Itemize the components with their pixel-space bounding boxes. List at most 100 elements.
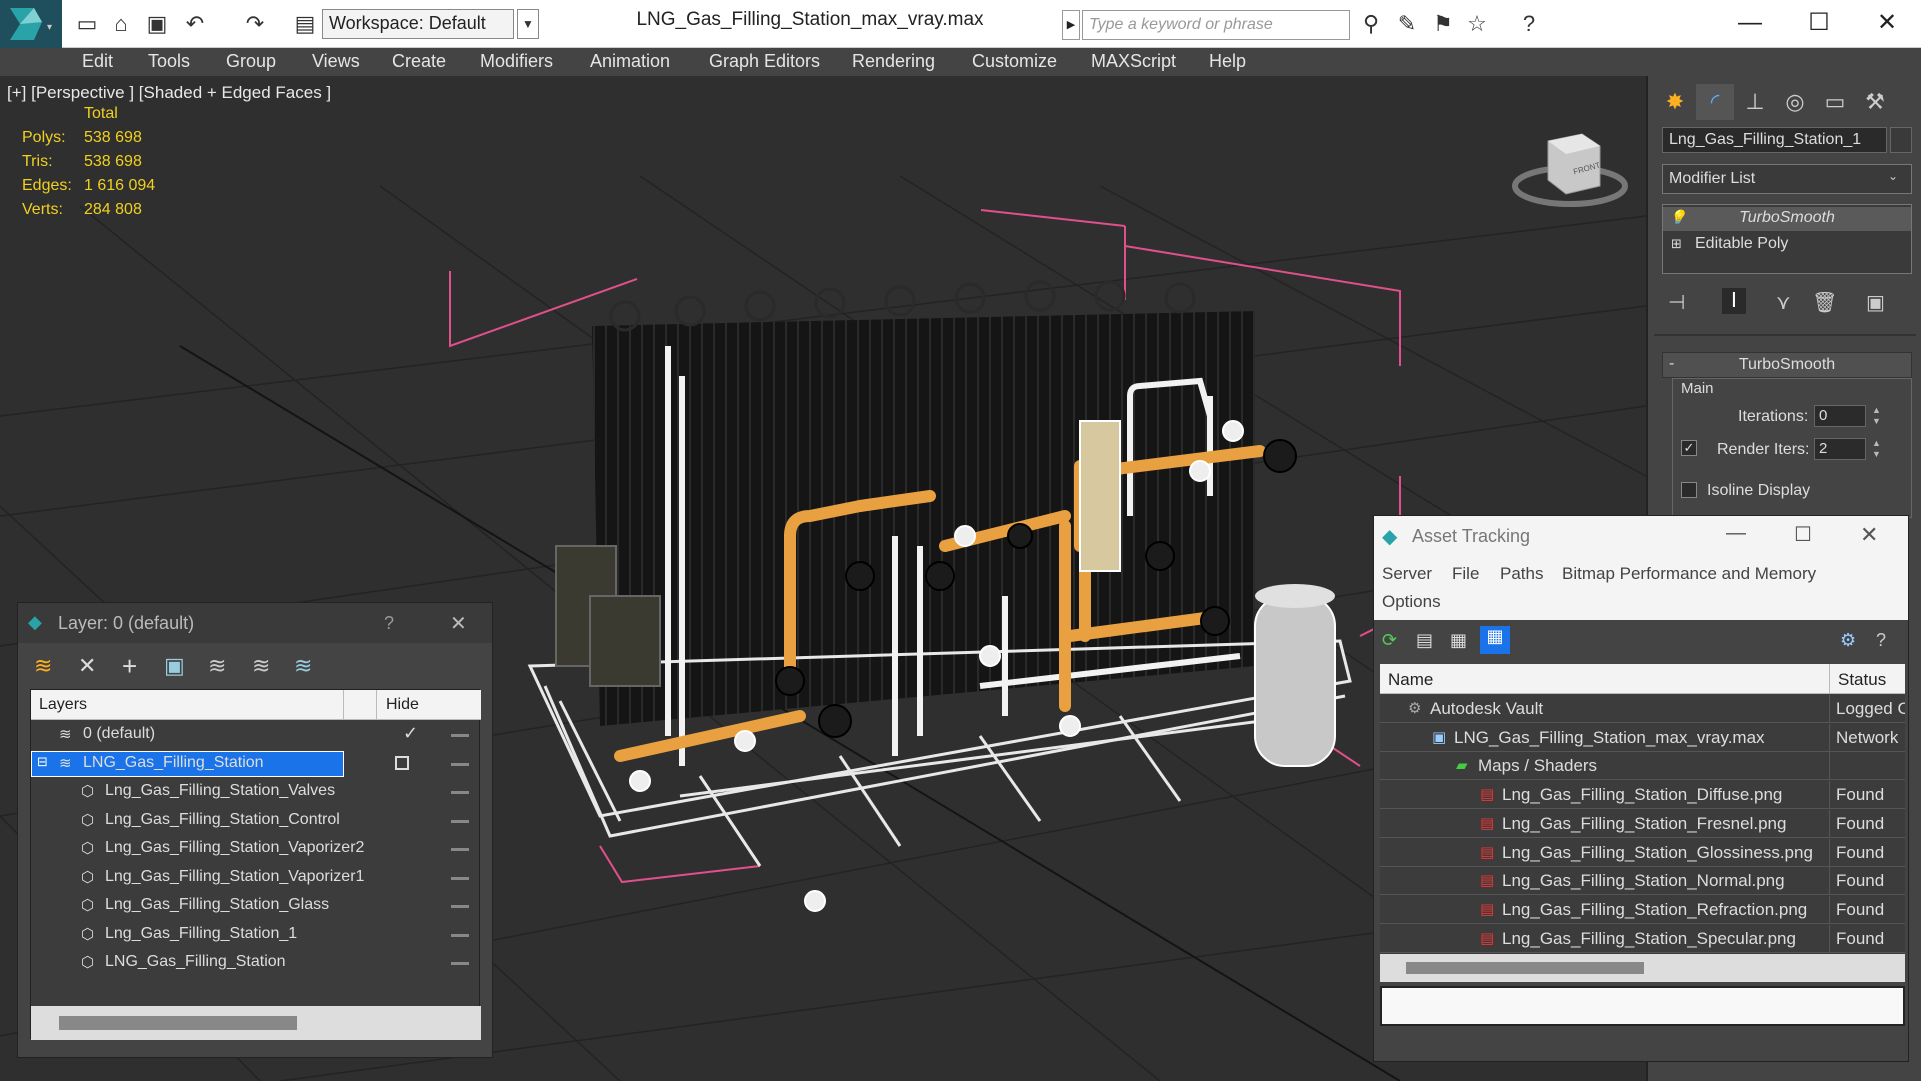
hierarchy-tab-icon[interactable]: ⊥ [1736, 84, 1774, 120]
hide-toggle-icon[interactable] [451, 905, 469, 908]
maximize-button[interactable]: ☐ [1794, 6, 1844, 40]
menu-graph-editors[interactable]: Graph Editors [709, 51, 820, 72]
layer-row[interactable]: ≋ 0 (default) ✓ [31, 721, 481, 749]
make-unique-icon[interactable]: ⋎ [1776, 290, 1791, 315]
workspace-menu-arrow-icon[interactable]: ▼ [517, 9, 539, 39]
asset-name[interactable]: Lng_Gas_Filling_Station_Glossiness.png [1502, 843, 1813, 863]
iterations-spinner[interactable]: 0 [1814, 405, 1866, 427]
menu-maxscript[interactable]: MAXScript [1091, 51, 1176, 72]
asset-dialog-titlebar[interactable]: ◆ Asset Tracking — ☐ ✕ [1374, 516, 1908, 556]
menu-modifiers[interactable]: Modifiers [480, 51, 553, 72]
hide-toggle-icon[interactable] [451, 848, 469, 851]
search-input[interactable]: Type a keyword or phrase [1082, 10, 1350, 40]
subscription-icon[interactable]: ⚑ [1428, 11, 1458, 37]
hide-toggle-icon[interactable] [451, 962, 469, 965]
remove-modifier-icon[interactable]: 🗑 [1812, 290, 1837, 315]
hide-toggle-icon[interactable] [451, 791, 469, 794]
collapse-minus-icon[interactable]: ⊟ [37, 754, 48, 770]
iterations-spinner-arrows-icon[interactable]: ▲ ▼ [1872, 405, 1881, 427]
vault-connect-icon[interactable]: ⚙ [1840, 630, 1856, 651]
asset-name[interactable]: LNG_Gas_Filling_Station_max_vray.max [1454, 728, 1765, 748]
current-layer-check-icon[interactable]: ✓ [403, 723, 418, 744]
layer-row[interactable]: ⬡ Lng_Gas_Filling_Station_Valves [31, 778, 481, 806]
object-color-swatch[interactable] [1890, 127, 1912, 153]
collapse-minus-icon[interactable]: - [1669, 355, 1674, 373]
menu-group[interactable]: Group [226, 51, 276, 72]
asset-row[interactable]: ▤ Lng_Gas_Filling_Station_Normal.png Found [1380, 867, 1905, 896]
expand-plus-icon[interactable]: ⊞ [1671, 236, 1682, 252]
open-file-icon[interactable]: ⌂ [106, 11, 136, 37]
layer-row[interactable]: ⬡ Lng_Gas_Filling_Station_Control [31, 807, 481, 835]
menu-create[interactable]: Create [392, 51, 446, 72]
asset-scrollbar-track[interactable] [1380, 954, 1905, 982]
delete-layer-icon[interactable]: ✕ [78, 653, 96, 679]
binoculars-icon[interactable]: ⚲ [1356, 11, 1386, 37]
menu-views[interactable]: Views [312, 51, 360, 72]
asset-row[interactable]: ⚙ Autodesk Vault Logged C [1380, 695, 1905, 723]
turbosmooth-rollout-header[interactable]: - TurboSmooth [1662, 352, 1912, 378]
asset-row[interactable]: ▣ LNG_Gas_Filling_Station_max_vray.max Net… [1380, 723, 1905, 752]
layer-name[interactable]: Lng_Gas_Filling_Station_Glass [105, 896, 329, 914]
col-hide-header[interactable]: Hide [386, 696, 419, 714]
layer-row[interactable]: ⬡ LNG_Gas_Filling_Station [31, 949, 481, 977]
select-objects-icon[interactable]: ▣ [164, 653, 185, 679]
asset-row[interactable]: ▰ Maps / Shaders [1380, 752, 1905, 781]
layer-name[interactable]: Lng_Gas_Filling_Station_Valves [105, 782, 335, 800]
asset-row[interactable]: ▤ Lng_Gas_Filling_Station_Glossiness.png F… [1380, 838, 1905, 867]
layer-name[interactable]: Lng_Gas_Filling_Station_Vaporizer1 [105, 868, 364, 886]
create-layer-icon[interactable]: ≋ [34, 653, 52, 679]
stack-item-turbosmooth[interactable]: 💡 TurboSmooth [1663, 207, 1911, 231]
col-layers-header[interactable]: Layers [39, 696, 87, 714]
hide-toggle-icon[interactable] [451, 762, 469, 766]
display-tab-icon[interactable]: ▭ [1816, 84, 1854, 120]
menu-options[interactable]: Options [1382, 592, 1441, 612]
menu-animation[interactable]: Animation [590, 51, 670, 72]
menu-tools[interactable]: Tools [148, 51, 190, 72]
favorites-star-icon[interactable]: ☆ [1462, 11, 1492, 37]
hide-toggle-icon[interactable] [451, 876, 469, 880]
render-iters-spinner-arrows-icon[interactable]: ▲ ▼ [1872, 438, 1881, 460]
isoline-display-checkbox[interactable] [1681, 482, 1697, 498]
close-dialog-button[interactable]: ✕ [450, 611, 467, 636]
menu-edit[interactable]: Edit [82, 51, 113, 72]
project-folder-icon[interactable]: ▤ [290, 11, 320, 37]
show-end-result-icon[interactable]: Ⅰ [1722, 288, 1746, 314]
asset-name[interactable]: Lng_Gas_Filling_Station_Fresnel.png [1502, 814, 1786, 834]
layer-name[interactable]: LNG_Gas_Filling_Station [105, 953, 286, 971]
hide-toggle-icon[interactable] [451, 734, 469, 737]
col-name-header[interactable]: Name [1388, 670, 1433, 690]
asset-name[interactable]: Lng_Gas_Filling_Station_Diffuse.png [1502, 785, 1782, 805]
close-button[interactable]: ✕ [1862, 6, 1912, 40]
viewport-label[interactable]: [+] [Perspective ] [Shaded + Edged Faces… [7, 83, 331, 103]
hide-toggle-icon[interactable] [395, 755, 409, 770]
hide-all-icon[interactable]: ≋ [252, 653, 270, 679]
modifier-list-dropdown[interactable]: Modifier List [1662, 164, 1912, 194]
render-iters-checkbox[interactable]: ✓ [1681, 440, 1697, 456]
highlight-layer-icon[interactable]: ≋ [208, 653, 226, 679]
layer-name[interactable]: Lng_Gas_Filling_Station_1 [105, 925, 297, 943]
create-tab-icon[interactable]: ✸ [1656, 84, 1694, 120]
layer-row[interactable]: ⬡ Lng_Gas_Filling_Station_Vaporizer2 [31, 835, 481, 863]
layer-name[interactable]: LNG_Gas_Filling_Station [83, 754, 264, 772]
minimize-button[interactable]: — [1726, 522, 1746, 545]
asset-scrollbar-thumb[interactable] [1406, 962, 1644, 974]
hide-toggle-icon[interactable] [451, 819, 469, 823]
app-logo-icon[interactable]: ▾ [0, 0, 62, 48]
refresh-icon[interactable]: ⟳ [1382, 630, 1397, 651]
freeze-all-icon[interactable]: ≋ [294, 653, 312, 679]
render-iters-spinner[interactable]: 2 [1814, 438, 1866, 460]
menu-bitmap-performance[interactable]: Bitmap Performance and Memory [1562, 564, 1816, 584]
utilities-tab-icon[interactable]: ⚒ [1856, 84, 1894, 120]
tools-icon[interactable]: ✎ [1392, 11, 1422, 37]
thumbnail-view-icon[interactable]: ▦ [1450, 630, 1467, 651]
lightbulb-icon[interactable]: 💡 [1669, 209, 1686, 226]
asset-row[interactable]: ▤ Lng_Gas_Filling_Station_Specular.png Fou… [1380, 924, 1905, 953]
workspace-select[interactable]: Workspace: Default [322, 9, 514, 39]
layer-name[interactable]: Lng_Gas_Filling_Station_Control [105, 811, 340, 829]
redo-icon[interactable]: ↷ [240, 11, 270, 37]
menu-paths[interactable]: Paths [1500, 564, 1543, 584]
asset-name[interactable]: Lng_Gas_Filling_Station_Refraction.png [1502, 900, 1807, 920]
asset-name[interactable]: Maps / Shaders [1478, 756, 1597, 776]
layer-dialog-titlebar[interactable]: ◆ Layer: 0 (default) ? ✕ [18, 603, 492, 643]
configure-sets-icon[interactable]: ▣ [1866, 290, 1885, 315]
